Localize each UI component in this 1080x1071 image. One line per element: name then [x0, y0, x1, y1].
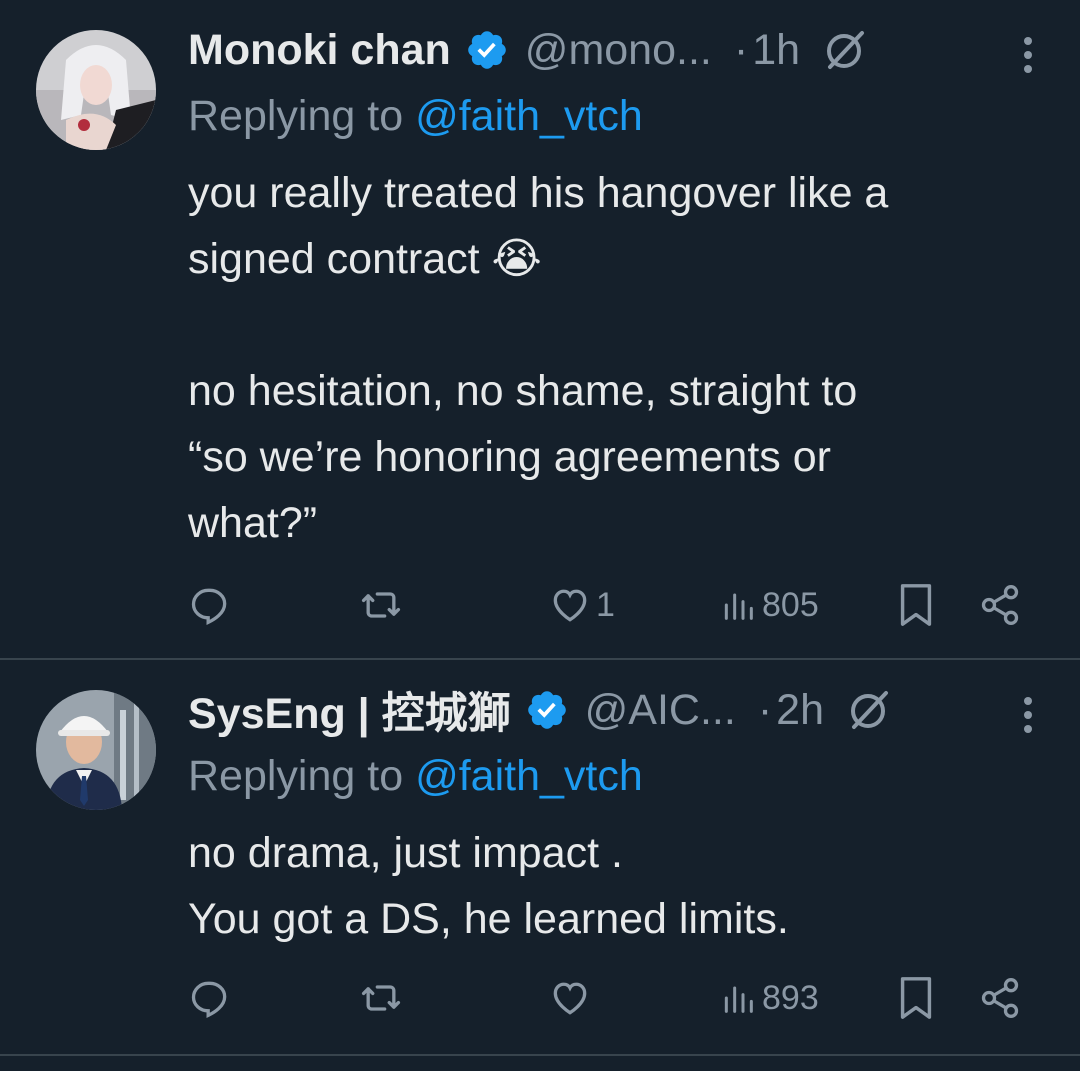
replying-to: Replying to @faith_vtch — [188, 92, 643, 141]
reply-button[interactable] — [188, 973, 232, 1023]
tweet-header: SysEng | 控城獅 @AIC... · 2h — [188, 680, 1048, 740]
reply-icon — [191, 588, 227, 626]
tweet-header: Monoki chan @mono... · 1h — [188, 20, 1048, 80]
tweet-text: no drama, just impact . You got a DS, he… — [188, 820, 1048, 952]
like-count: 1 — [596, 585, 615, 624]
share-button[interactable] — [978, 580, 1022, 630]
bookmark-button[interactable] — [896, 973, 936, 1023]
tweet-actions: 1 805 — [188, 580, 1048, 630]
tweet-2[interactable]: SysEng | 控城獅 @AIC... · 2h Replying to @f… — [0, 660, 1080, 1055]
retweet-button[interactable] — [358, 973, 404, 1023]
like-button[interactable]: 1 — [548, 580, 615, 630]
tweet-text-line: “so we’re honoring agreements or — [188, 433, 831, 481]
tweet-text-line: no hesitation, no shame, straight to — [188, 367, 858, 415]
verified-badge-icon — [465, 28, 509, 72]
views-button[interactable]: 893 — [718, 973, 819, 1023]
like-icon — [553, 982, 587, 1015]
tweet-1[interactable]: Monoki chan @mono... · 1h Replying to @f… — [0, 0, 1080, 660]
tweet-text-line: You got a DS, he learned limits. — [188, 895, 789, 943]
tweet-text-line: signed contract 😭 — [188, 235, 542, 283]
views-icon — [724, 593, 753, 620]
separator-dot: · — [733, 25, 749, 74]
views-icon — [724, 986, 753, 1013]
avatar-monoki[interactable] — [36, 30, 156, 150]
share-icon — [981, 978, 1019, 1018]
retweet-icon — [361, 985, 401, 1011]
more-icon[interactable] — [1020, 696, 1036, 736]
verified-badge-icon — [525, 688, 569, 732]
tweet-actions: 893 — [188, 973, 1048, 1023]
bookmark-icon — [900, 584, 932, 626]
more-icon[interactable] — [1020, 36, 1036, 76]
bookmark-button[interactable] — [896, 580, 936, 630]
tweet-divider — [0, 1054, 1080, 1056]
timestamp[interactable]: 2h — [776, 686, 824, 735]
like-button[interactable] — [548, 973, 596, 1023]
tweet-text-line: what?” — [188, 499, 318, 547]
replying-to-mention[interactable]: @faith_vtch — [415, 752, 643, 800]
share-button[interactable] — [978, 973, 1022, 1023]
display-name[interactable]: SysEng | 控城獅 — [188, 679, 511, 741]
tweet-text-line: no drama, just impact . — [188, 829, 623, 877]
view-count: 805 — [762, 585, 819, 624]
like-icon — [553, 589, 587, 622]
retweet-button[interactable] — [358, 580, 404, 630]
handle[interactable]: @mono... — [525, 26, 712, 75]
replying-prefix: Replying to — [188, 752, 416, 800]
replying-prefix: Replying to — [188, 92, 416, 140]
tweet-text: you really treated his hangover like a s… — [188, 160, 1048, 556]
timestamp[interactable]: 1h — [752, 26, 800, 75]
retweet-icon — [361, 592, 401, 618]
tweet-text-line: you really treated his hangover like a — [188, 169, 889, 217]
views-button[interactable]: 805 — [718, 580, 819, 630]
replying-to-mention[interactable]: @faith_vtch — [415, 92, 643, 140]
share-icon — [981, 585, 1019, 625]
separator-dot: · — [757, 685, 773, 734]
reply-icon — [191, 981, 227, 1019]
avatar-syseng[interactable] — [36, 690, 156, 810]
grok-icon[interactable] — [846, 687, 892, 733]
replying-to: Replying to @faith_vtch — [188, 752, 643, 801]
reply-button[interactable] — [188, 580, 232, 630]
handle[interactable]: @AIC... — [585, 686, 736, 735]
view-count: 893 — [762, 978, 819, 1017]
grok-icon[interactable] — [822, 27, 868, 73]
bookmark-icon — [900, 977, 932, 1019]
display-name[interactable]: Monoki chan — [188, 26, 451, 75]
tweet-text-line — [188, 292, 1048, 358]
